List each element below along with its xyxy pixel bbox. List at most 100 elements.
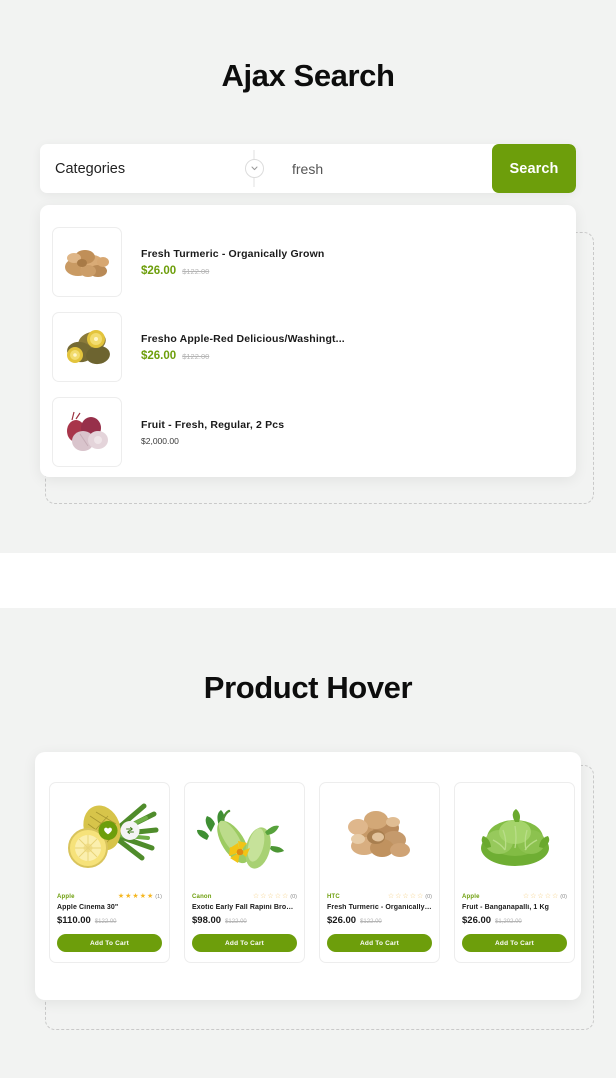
product-price: $110.00 <box>57 915 91 926</box>
result-name: Fresh Turmeric - Organically Grown <box>141 247 325 260</box>
product-body: Canon ☆ ☆ ☆ ☆ ☆ (0) Exotic Early Fall Ra… <box>185 893 304 952</box>
product-body: HTC ☆ ☆ ☆ ☆ ☆ (0) Fresh Turmeric - Organ… <box>320 893 439 952</box>
add-to-cart-button[interactable]: Add To Cart <box>57 934 162 952</box>
star-icon: ☆ <box>551 893 559 900</box>
product-old-price: $122.00 <box>94 919 117 925</box>
star-icon: ☆ <box>537 893 544 900</box>
rating-stars: ★ ★ ★ ★ ★ (1) <box>118 893 162 900</box>
page-title-ajax-search: Ajax Search <box>221 58 395 93</box>
result-price-line: $2,000.00 <box>141 436 284 446</box>
category-select-label: Categories <box>55 160 126 177</box>
star-icon: ★ <box>125 893 132 900</box>
page-title-product-hover: Product Hover <box>203 670 413 705</box>
result-old-price: $122.00 <box>182 266 210 276</box>
result-price: $26.00 <box>141 349 177 362</box>
mushroom-image <box>320 783 439 893</box>
lettuce-image <box>455 783 574 893</box>
star-icon: ☆ <box>416 893 424 900</box>
product-brand: HTC <box>327 893 340 900</box>
add-to-cart-button[interactable]: Add To Cart <box>327 934 432 952</box>
product-card[interactable]: Canon ☆ ☆ ☆ ☆ ☆ (0) Exotic Early Fall Ra… <box>184 782 305 963</box>
product-body: Apple ☆ ☆ ☆ ☆ ☆ (0) Fruit - Banganapalli… <box>455 893 574 952</box>
turmeric-root-image <box>52 227 122 297</box>
search-input-wrap <box>268 144 492 193</box>
star-icon: ★ <box>132 893 139 900</box>
product-card[interactable]: Apple ☆ ☆ ☆ ☆ ☆ (0) Fruit - Banganapalli… <box>454 782 575 963</box>
zucchini-image <box>185 783 304 893</box>
product-price-line: $26.00 $122.00 <box>327 915 432 926</box>
rating-stars: ☆ ☆ ☆ ☆ ☆ (0) <box>253 893 297 900</box>
star-icon: ★ <box>139 893 146 900</box>
result-item[interactable]: Fruit - Fresh, Regular, 2 Pcs $2,000.00 <box>40 397 576 467</box>
ajax-results-panel: Fresh Turmeric - Organically Grown $26.0… <box>40 205 576 477</box>
star-icon: ☆ <box>252 893 260 900</box>
product-name: Fresh Turmeric - Organically G... <box>327 904 432 911</box>
product-price-line: $110.00 $122.00 <box>57 915 162 926</box>
product-hover-panel: Apple ★ ★ ★ ★ ★ (1) Apple Cinema 30" $11… <box>35 752 581 1000</box>
brand-rating-row: Canon ☆ ☆ ☆ ☆ ☆ (0) <box>192 893 297 900</box>
result-info: Fruit - Fresh, Regular, 2 Pcs $2,000.00 <box>122 419 284 446</box>
star-icon: ★ <box>146 893 154 900</box>
star-icon: ☆ <box>267 893 274 900</box>
star-icon: ★ <box>117 893 125 900</box>
chevron-down-icon[interactable] <box>244 159 264 178</box>
star-icon: ☆ <box>387 893 395 900</box>
product-brand: Canon <box>192 893 212 900</box>
product-card[interactable]: HTC ☆ ☆ ☆ ☆ ☆ (0) Fresh Turmeric - Organ… <box>319 782 440 963</box>
rating-count: (0) <box>560 893 567 900</box>
product-price: $98.00 <box>192 915 222 926</box>
product-name: Fruit - Banganapalli, 1 Kg <box>462 904 549 911</box>
result-item[interactable]: Fresh Turmeric - Organically Grown $26.0… <box>40 227 576 297</box>
search-input[interactable] <box>290 159 492 178</box>
pineapple-image <box>50 783 169 893</box>
star-icon: ☆ <box>409 893 416 900</box>
result-item[interactable]: Fresho Apple-Red Delicious/Washingt... $… <box>40 312 576 382</box>
section-divider <box>0 553 616 608</box>
rating-count: (1) <box>155 893 162 900</box>
product-body: Apple ★ ★ ★ ★ ★ (1) Apple Cinema 30" $11… <box>50 893 169 952</box>
star-icon: ☆ <box>274 893 281 900</box>
rating-count: (0) <box>425 893 432 900</box>
star-icon: ☆ <box>530 893 537 900</box>
result-name: Fresho Apple-Red Delicious/Washingt... <box>141 332 345 345</box>
result-price: $2,000.00 <box>141 435 179 446</box>
result-info: Fresh Turmeric - Organically Grown $26.0… <box>122 248 324 277</box>
brand-rating-row: Apple ☆ ☆ ☆ ☆ ☆ (0) <box>462 893 567 900</box>
red-onion-image <box>52 397 122 467</box>
add-to-cart-button[interactable]: Add To Cart <box>462 934 567 952</box>
star-icon: ☆ <box>260 893 267 900</box>
product-hover-actions <box>98 821 140 840</box>
result-price-line: $26.00 $122.00 <box>141 265 324 277</box>
result-price: $26.00 <box>141 264 177 277</box>
product-old-price: $122.00 <box>225 919 247 925</box>
product-name: Apple Cinema 30" <box>57 904 119 911</box>
star-icon: ☆ <box>402 893 409 900</box>
brand-rating-row: HTC ☆ ☆ ☆ ☆ ☆ (0) <box>327 893 432 900</box>
product-old-price: $1,202.00 <box>495 919 522 925</box>
product-price-line: $26.00 $1,202.00 <box>462 915 567 926</box>
category-divider <box>240 144 268 193</box>
star-icon: ☆ <box>544 893 551 900</box>
kiwi-fruit-image <box>52 312 122 382</box>
ajax-search-section: Ajax Search Categories Search <box>0 0 616 553</box>
product-card[interactable]: Apple ★ ★ ★ ★ ★ (1) Apple Cinema 30" $11… <box>49 782 170 963</box>
heart-icon[interactable] <box>98 821 118 840</box>
search-button[interactable]: Search <box>492 144 576 193</box>
compare-icon[interactable] <box>120 821 140 840</box>
result-info: Fresho Apple-Red Delicious/Washingt... $… <box>122 333 345 362</box>
result-price-line: $26.00 $122.00 <box>141 350 345 362</box>
rating-count: (0) <box>290 893 297 900</box>
star-icon: ☆ <box>281 893 289 900</box>
rating-stars: ☆ ☆ ☆ ☆ ☆ (0) <box>523 893 567 900</box>
product-price-line: $98.00 $122.00 <box>192 915 297 926</box>
result-old-price: $122.00 <box>182 351 210 361</box>
star-icon: ☆ <box>395 893 402 900</box>
product-name: Exotic Early Fall Rapini Brocco... <box>192 904 297 911</box>
brand-rating-row: Apple ★ ★ ★ ★ ★ (1) <box>57 893 162 900</box>
product-old-price: $122.00 <box>360 919 382 925</box>
add-to-cart-button[interactable]: Add To Cart <box>192 934 297 952</box>
category-select[interactable]: Categories <box>40 144 240 193</box>
result-name: Fruit - Fresh, Regular, 2 Pcs <box>141 418 285 431</box>
ajax-search-bar: Categories Search <box>40 144 576 193</box>
rating-stars: ☆ ☆ ☆ ☆ ☆ (0) <box>388 893 432 900</box>
